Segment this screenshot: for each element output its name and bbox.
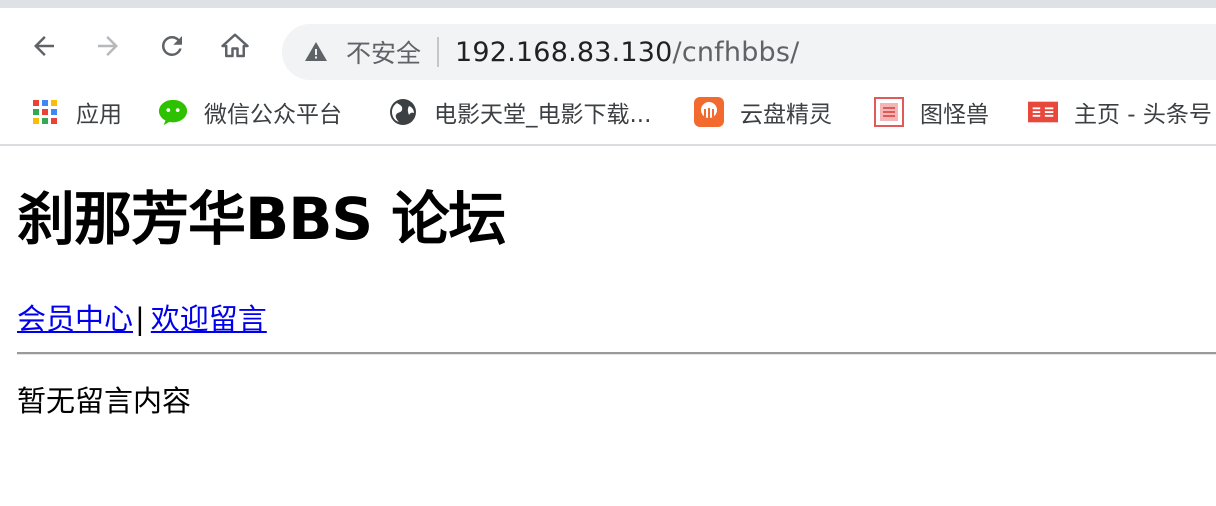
bookmark-label: 图怪兽 bbox=[920, 102, 989, 128]
url-host: 192.168.83.130 bbox=[455, 36, 673, 68]
bookmark-wechat[interactable]: 微信公众平台 bbox=[158, 92, 342, 132]
arrow-right-icon bbox=[98, 36, 118, 56]
wechat-icon bbox=[158, 97, 188, 127]
reload-icon bbox=[161, 35, 182, 56]
forum-nav: 会员中心| 欢迎留言 bbox=[17, 296, 267, 338]
bookmark-label: 应用 bbox=[76, 102, 122, 128]
address-separator bbox=[437, 37, 440, 67]
cloud-disk-icon bbox=[694, 97, 724, 127]
toutiao-icon bbox=[1028, 97, 1058, 127]
home-icon bbox=[221, 33, 249, 58]
bookmark-label: 电影天堂_电影下载... bbox=[434, 102, 652, 128]
bookmark-label: 微信公众平台 bbox=[204, 102, 342, 128]
apps-grid-icon bbox=[30, 97, 60, 127]
reload-button[interactable] bbox=[152, 26, 192, 66]
arrow-left-icon bbox=[34, 36, 54, 56]
bookmark-tuguaishou[interactable]: 图怪兽 bbox=[874, 92, 989, 132]
url-path: /cnfhbbs/ bbox=[672, 36, 800, 68]
bookmark-label: 主页 - 头条号 bbox=[1074, 102, 1212, 128]
empty-messages-text: 暂无留言内容 bbox=[17, 384, 192, 418]
warning-icon[interactable] bbox=[304, 40, 328, 64]
bookmark-label: 云盘精灵 bbox=[740, 102, 832, 128]
bookmarks-bar: 应用 微信公众平台 电影天堂_电影下载... 云盘精灵 图怪兽 主页 - 头条号 bbox=[0, 80, 1216, 146]
url-text[interactable]: 192.168.83.130/cnfhbbs/ bbox=[455, 37, 799, 68]
divider bbox=[17, 352, 1216, 355]
nav-separator: | bbox=[135, 302, 145, 336]
forward-button[interactable] bbox=[88, 26, 128, 66]
back-button[interactable] bbox=[24, 26, 64, 66]
window-tab-strip bbox=[0, 0, 1216, 8]
bookmark-apps[interactable]: 应用 bbox=[30, 92, 122, 132]
home-button[interactable] bbox=[215, 26, 255, 66]
bookmark-movie-heaven[interactable]: 电影天堂_电影下载... bbox=[388, 92, 651, 132]
security-status-label[interactable]: 不安全 bbox=[346, 34, 421, 70]
globe-icon bbox=[388, 97, 418, 127]
leave-message-link[interactable]: 欢迎留言 bbox=[151, 302, 267, 336]
tuguaishou-icon bbox=[874, 97, 904, 127]
browser-toolbar: 不安全 192.168.83.130/cnfhbbs/ bbox=[0, 8, 1216, 80]
page-title: 刹那芳华BBS 论坛 bbox=[17, 185, 506, 253]
member-center-link[interactable]: 会员中心 bbox=[17, 302, 133, 336]
bookmark-cloud-disk[interactable]: 云盘精灵 bbox=[694, 92, 832, 132]
bookmark-toutiao[interactable]: 主页 - 头条号 bbox=[1028, 92, 1212, 132]
address-bar[interactable]: 不安全 192.168.83.130/cnfhbbs/ bbox=[282, 24, 1216, 80]
